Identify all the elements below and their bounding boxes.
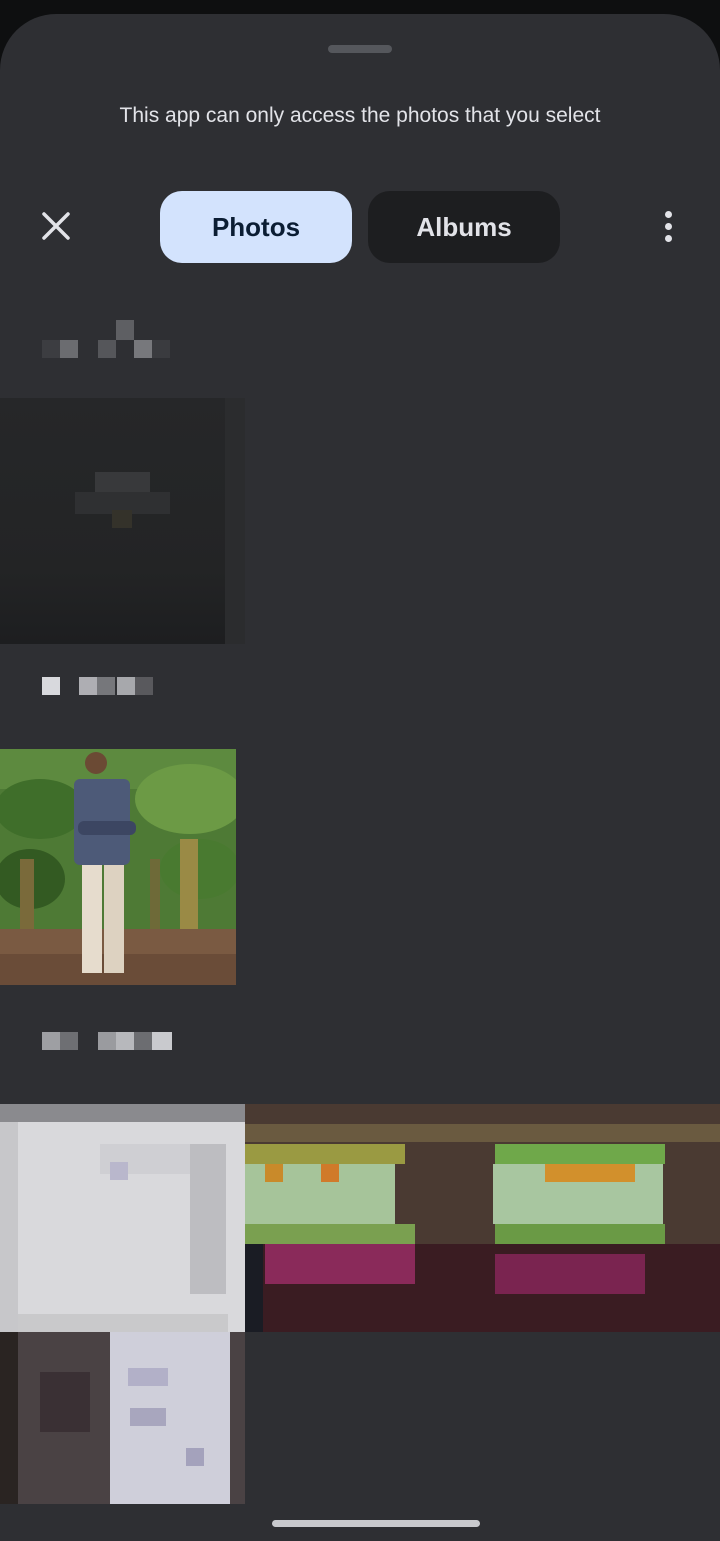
section-date-header [42, 1032, 182, 1052]
photo-picker-sheet: This app can only access the photos that… [0, 14, 720, 1541]
photo-thumbnail[interactable] [245, 1104, 720, 1332]
photo-thumbnail[interactable] [0, 1332, 245, 1504]
tab-albums[interactable]: Albums [368, 191, 560, 263]
section-date-header [24, 320, 174, 360]
photo-thumbnail[interactable] [0, 1104, 245, 1332]
more-vert-icon [664, 210, 672, 242]
person-in-plantation-image [0, 749, 236, 985]
section-date-header [42, 677, 162, 697]
close-button[interactable] [30, 200, 82, 252]
access-info-text: This app can only access the photos that… [119, 104, 601, 127]
close-icon [42, 212, 70, 240]
tab-photos[interactable]: Photos [160, 191, 352, 263]
photo-thumbnail[interactable] [0, 398, 245, 644]
home-indicator[interactable] [272, 1520, 480, 1527]
more-options-button[interactable] [644, 200, 692, 252]
photo-thumbnail[interactable] [0, 749, 236, 985]
tab-albums-label: Albums [416, 211, 512, 242]
tab-photos-label: Photos [211, 211, 301, 242]
drag-handle[interactable] [328, 45, 392, 53]
